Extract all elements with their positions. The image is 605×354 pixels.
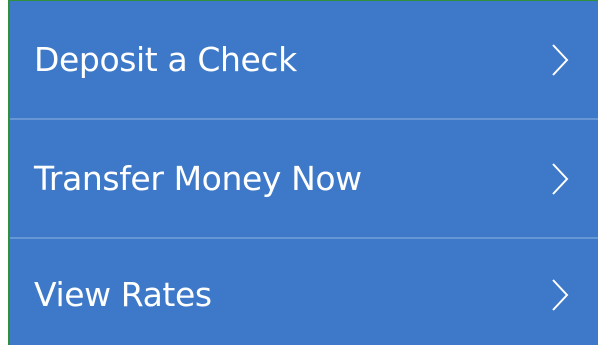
chevron-right-icon [550, 162, 570, 196]
menu-item-label: View Rates [34, 275, 212, 314]
screen: Deposit a Check Transfer Money Now View … [0, 0, 605, 354]
chevron-right-icon [550, 43, 570, 77]
menu-item-label: Transfer Money Now [34, 159, 362, 198]
menu-item-transfer-money[interactable]: Transfer Money Now [10, 120, 598, 237]
menu-item-deposit-check[interactable]: Deposit a Check [10, 1, 598, 118]
chevron-right-icon [550, 278, 570, 312]
menu-item-view-rates[interactable]: View Rates [10, 239, 598, 350]
menu-item-label: Deposit a Check [34, 40, 297, 79]
quick-actions-menu: Deposit a Check Transfer Money Now View … [8, 0, 598, 345]
